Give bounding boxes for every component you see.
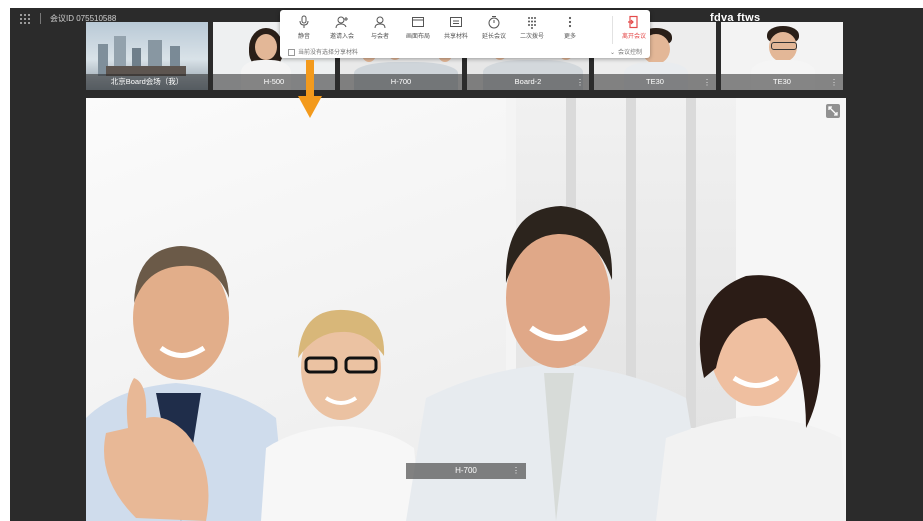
- mute-button[interactable]: 静音: [286, 15, 322, 40]
- conference-window: 会议ID 075510588 fdva ftws 北京Board会场（我） H-…: [10, 8, 923, 521]
- thumbnail-label: Board-2: [467, 74, 589, 90]
- thumbnail-label: 北京Board会场（我）: [86, 74, 208, 90]
- thumbnail-label: TE30: [594, 74, 716, 90]
- thumbnail-tile[interactable]: 北京Board会场（我）: [86, 22, 208, 90]
- more-icon: [568, 16, 572, 28]
- share-icon: [450, 17, 462, 27]
- main-video-label: H-700 ⋮: [406, 463, 526, 479]
- layout-icon: [412, 17, 424, 27]
- leave-meeting-button[interactable]: 离开会议: [616, 15, 652, 40]
- thumbnail-tile[interactable]: TE30 ⋮: [721, 22, 843, 90]
- exit-icon: [628, 15, 638, 29]
- share-hint: 当前没有选择分享材料: [288, 47, 358, 56]
- layout-button[interactable]: 画面布局: [400, 15, 436, 40]
- more-button[interactable]: 更多: [552, 15, 588, 40]
- main-video[interactable]: H-700 ⋮: [86, 98, 846, 521]
- thumbnail-label: H-700: [340, 74, 462, 90]
- more-icon[interactable]: ⋮: [576, 78, 584, 87]
- participants-icon: [374, 16, 386, 29]
- microphone-icon: [299, 15, 309, 28]
- more-icon[interactable]: ⋮: [703, 78, 711, 87]
- dialpad-button[interactable]: 二次拨号: [514, 15, 550, 40]
- orange-arrow-annotation: [298, 60, 322, 118]
- thumbnail-label: TE30: [721, 74, 843, 90]
- chevron-down-icon: ⌄: [610, 50, 616, 56]
- more-icon[interactable]: ⋮: [830, 78, 838, 87]
- person-right: [656, 275, 846, 521]
- person-glasses: [261, 309, 421, 521]
- participants-button[interactable]: 与会者: [362, 15, 398, 40]
- meeting-toolbar: 静音 邀请入会 与会者 画面布局 共享材料 延长会议 二次拨号 更多 离开会议 …: [280, 10, 650, 58]
- add-user-icon: [335, 16, 348, 29]
- toolbar-divider: [612, 16, 613, 44]
- fullscreen-button[interactable]: [826, 104, 840, 118]
- fullscreen-icon: [828, 106, 838, 116]
- invite-button[interactable]: 邀请入会: [324, 15, 360, 40]
- extend-meeting-button[interactable]: 延长会议: [476, 15, 512, 40]
- more-icon[interactable]: ⋮: [512, 463, 520, 479]
- divider: [40, 13, 41, 24]
- share-button[interactable]: 共享材料: [438, 15, 474, 40]
- meeting-control-link[interactable]: ⌄ 会议控制: [610, 47, 642, 56]
- grid-menu-icon[interactable]: [20, 14, 30, 24]
- dialpad-icon: [528, 17, 536, 29]
- checkbox-icon[interactable]: [288, 48, 295, 56]
- timer-icon: [488, 16, 500, 29]
